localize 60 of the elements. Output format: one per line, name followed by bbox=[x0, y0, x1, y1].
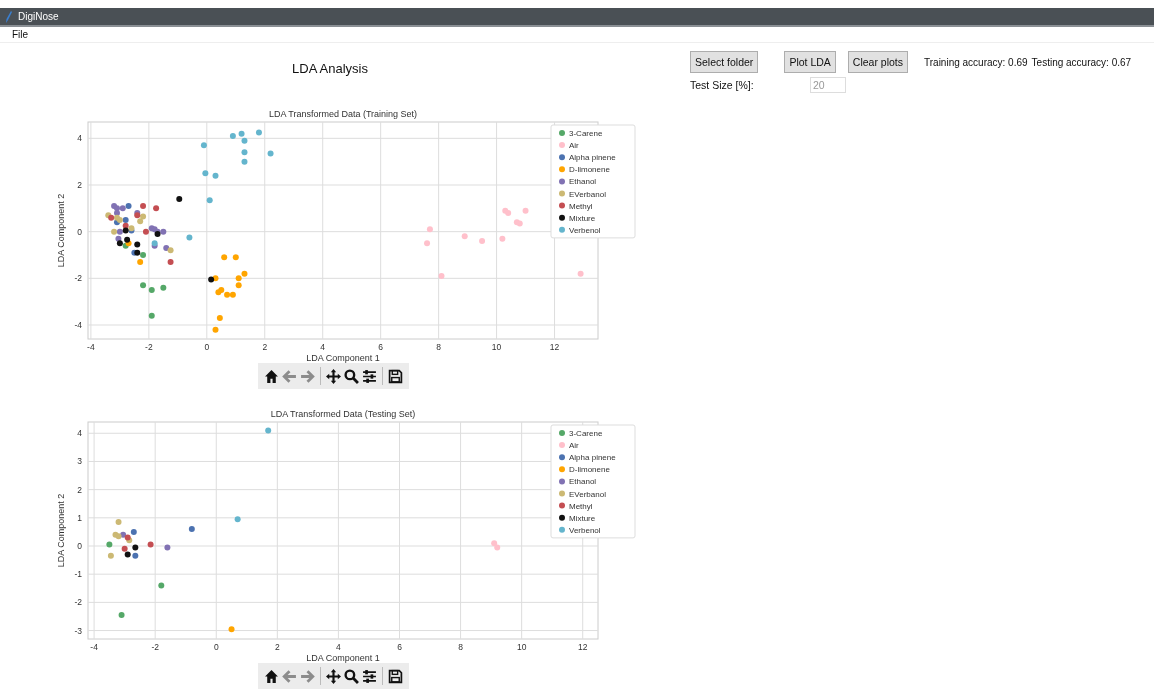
tick-label: -3 bbox=[74, 625, 82, 636]
tick-label: -4 bbox=[90, 642, 98, 652]
tick-label: 2 bbox=[77, 180, 82, 190]
legend-label: 3-Carene bbox=[569, 429, 603, 438]
legend-label: Methyl bbox=[569, 201, 593, 211]
tick-label: 0 bbox=[77, 541, 82, 551]
legend-label: Ethanol bbox=[569, 177, 597, 187]
axis-label: LDA Component 2 bbox=[56, 493, 66, 568]
tick-label: 4 bbox=[336, 642, 341, 652]
legend-label: Verbenol bbox=[569, 225, 601, 235]
tick-label: 2 bbox=[77, 484, 82, 495]
tick-label: 8 bbox=[458, 642, 463, 652]
tick-label: 4 bbox=[77, 428, 82, 439]
tick-label: 3 bbox=[77, 456, 82, 467]
tick-label: 0 bbox=[77, 226, 82, 237]
legend-label: Ethanol bbox=[569, 477, 597, 487]
legend-label: Verbenol bbox=[569, 525, 601, 535]
tick-label: 6 bbox=[397, 642, 402, 652]
tick-label: 10 bbox=[516, 642, 527, 652]
tick-label: 2 bbox=[274, 642, 280, 652]
tick-label: 6 bbox=[378, 342, 384, 352]
accuracy-label: Testing accuracy: 0.67 bbox=[1031, 56, 1132, 68]
chart-title: LDA Transformed Data (Training Set) bbox=[268, 109, 418, 119]
tick-label: -2 bbox=[145, 342, 153, 352]
tick-label: 10 bbox=[491, 342, 502, 352]
tick-label: -2 bbox=[74, 273, 82, 284]
axis-label: LDA Component 1 bbox=[306, 353, 380, 363]
legend-label: Mixture bbox=[569, 513, 596, 523]
legend-label: 3-Carene bbox=[569, 129, 603, 138]
legend-label: D-limonene bbox=[569, 165, 610, 175]
legend-label: Alpha pinene bbox=[569, 453, 616, 463]
tick-label: 4 bbox=[77, 133, 82, 144]
legend-label: EVerbanol bbox=[569, 489, 606, 499]
legend-label: Methyl bbox=[569, 501, 593, 511]
tick-label: 12 bbox=[578, 642, 588, 652]
window-title: DigiNose bbox=[18, 11, 59, 22]
tick-label: -2 bbox=[151, 642, 159, 652]
legend-label: Air bbox=[569, 441, 579, 451]
axis-label: LDA Component 2 bbox=[56, 193, 66, 268]
tick-label: 1 bbox=[77, 512, 82, 523]
tick-label: -4 bbox=[87, 342, 95, 352]
legend-label: Mixture bbox=[569, 213, 596, 223]
legend-label: EVerbanol bbox=[569, 189, 606, 199]
page-title: LDA Analysis bbox=[291, 60, 369, 76]
tick-label: 12 bbox=[549, 342, 560, 352]
legend-label: Air bbox=[569, 141, 579, 151]
axis-label: LDA Component 1 bbox=[306, 653, 380, 663]
tick-label: -4 bbox=[74, 320, 82, 330]
tick-label: 0 bbox=[213, 642, 219, 652]
accuracy-label: Training accuracy: 0.69 bbox=[924, 56, 1028, 68]
legend-label: D-limonene bbox=[569, 465, 610, 475]
tick-label: 8 bbox=[436, 342, 441, 352]
field-label: Test Size [%]: bbox=[690, 79, 755, 91]
chart-title: LDA Transformed Data (Testing Set) bbox=[270, 409, 416, 419]
tick-label: -1 bbox=[74, 569, 82, 580]
tick-label: 0 bbox=[204, 342, 210, 352]
tick-label: 4 bbox=[320, 342, 326, 352]
legend-label: Alpha pinene bbox=[569, 153, 616, 163]
tick-label: -2 bbox=[74, 597, 82, 608]
tick-label: 2 bbox=[262, 342, 268, 352]
